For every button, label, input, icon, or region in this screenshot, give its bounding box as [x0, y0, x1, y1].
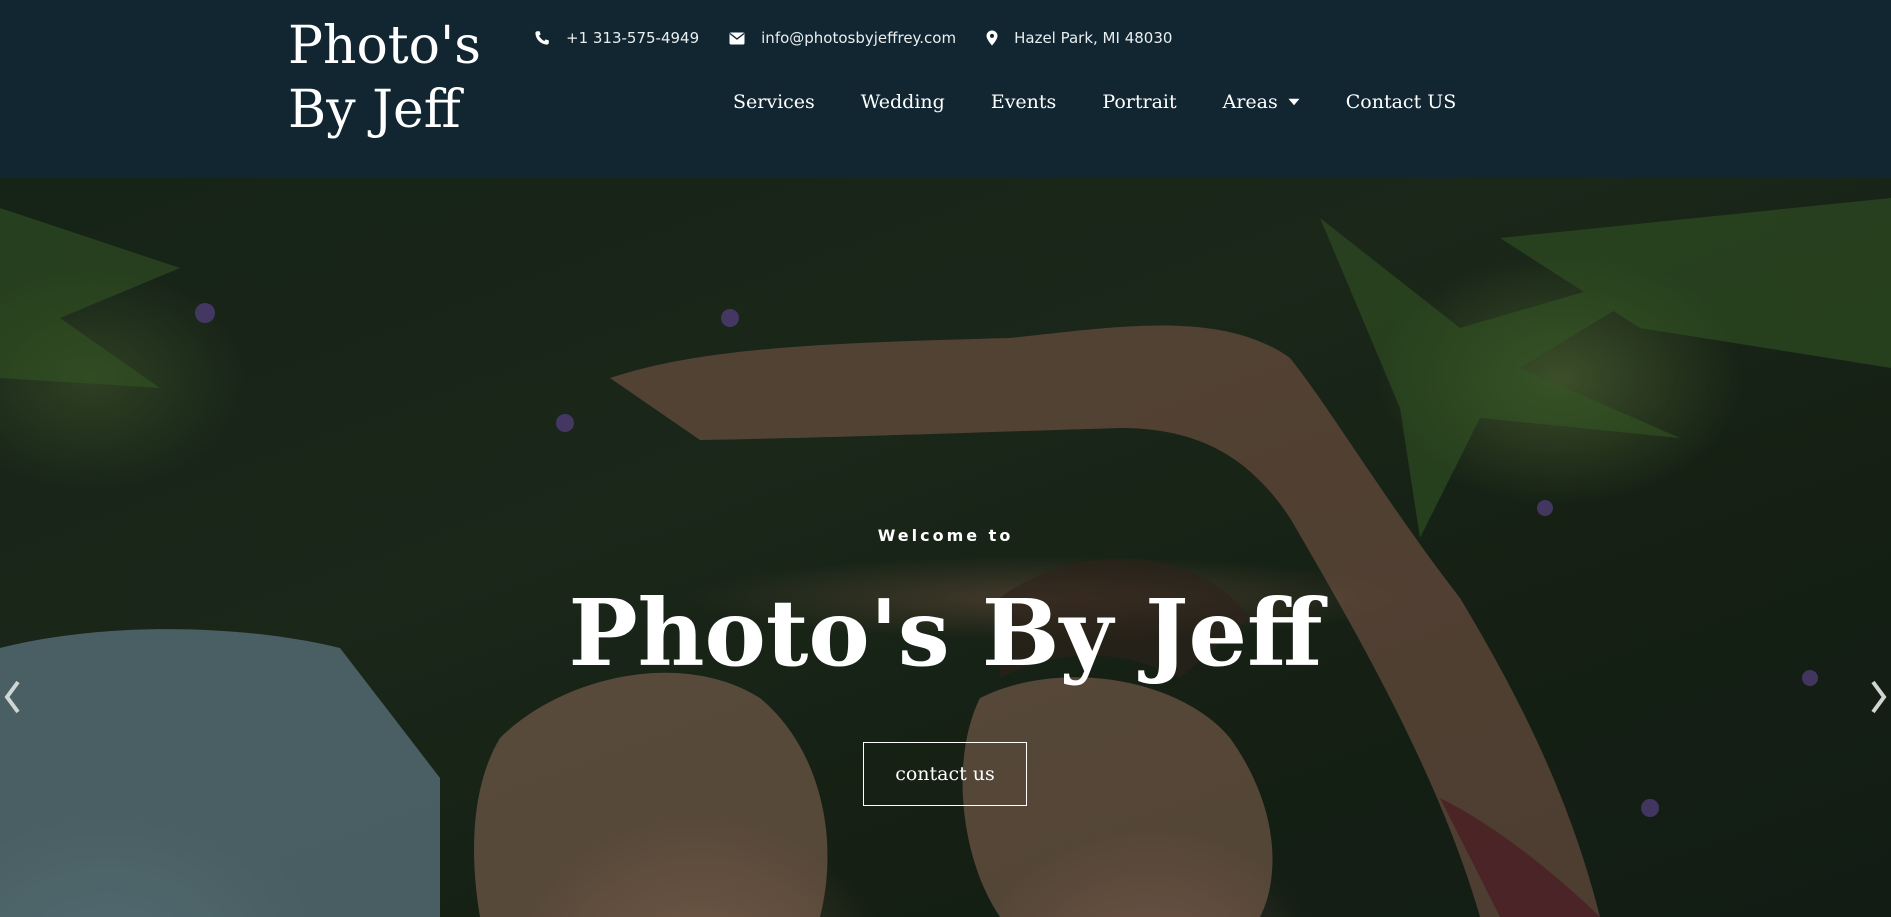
- nav-item-events[interactable]: Events: [991, 91, 1056, 113]
- map-pin-icon: [986, 30, 998, 46]
- site-header: Photo's By Jeff +1 313-575-4949 info@pho…: [0, 0, 1891, 178]
- location-text: Hazel Park, MI 48030: [1014, 29, 1173, 47]
- hero-overlay: [0, 178, 1891, 917]
- nav-label: Areas: [1222, 91, 1278, 113]
- hero-title: Photo's By Jeff: [568, 579, 1323, 687]
- contact-bar: +1 313-575-4949 info@photosbyjeffrey.com…: [534, 24, 1202, 52]
- email-address: info@photosbyjeffrey.com: [761, 29, 957, 47]
- site-logo[interactable]: Photo's By Jeff: [288, 14, 481, 142]
- slider-prev-button[interactable]: [0, 673, 24, 721]
- caret-down-icon: [1288, 98, 1300, 106]
- phone-number: +1 313-575-4949: [566, 29, 700, 47]
- slider-next-button[interactable]: [1867, 673, 1891, 721]
- email-link[interactable]: info@photosbyjeffrey.com: [729, 29, 956, 47]
- chevron-left-icon: [4, 680, 20, 714]
- phone-link[interactable]: +1 313-575-4949: [534, 29, 699, 47]
- nav-item-services[interactable]: Services: [733, 91, 815, 113]
- logo-line-1: Photo's: [288, 16, 481, 76]
- nav-item-contact[interactable]: Contact US: [1346, 91, 1457, 113]
- hero-slider: Welcome to Photo's By Jeff contact us: [0, 178, 1891, 917]
- chevron-right-icon: [1871, 680, 1887, 714]
- contact-us-button[interactable]: contact us: [863, 742, 1027, 806]
- envelope-icon: [729, 32, 745, 44]
- nav-label: Events: [990, 91, 1057, 113]
- location-link[interactable]: Hazel Park, MI 48030: [986, 29, 1172, 47]
- nav-label: Wedding: [860, 91, 945, 113]
- nav-label: Portrait: [1102, 91, 1177, 113]
- nav-item-portrait[interactable]: Portrait: [1102, 91, 1176, 113]
- hero-kicker: Welcome to: [877, 526, 1014, 545]
- nav-item-wedding[interactable]: Wedding: [861, 91, 945, 113]
- nav-item-areas[interactable]: Areas: [1223, 91, 1300, 113]
- main-nav: Services Wedding Events Portrait Areas C…: [733, 84, 1502, 120]
- logo-line-2: By Jeff: [288, 80, 461, 140]
- nav-label: Contact US: [1345, 91, 1457, 113]
- nav-label: Services: [733, 91, 815, 113]
- phone-icon: [535, 31, 549, 45]
